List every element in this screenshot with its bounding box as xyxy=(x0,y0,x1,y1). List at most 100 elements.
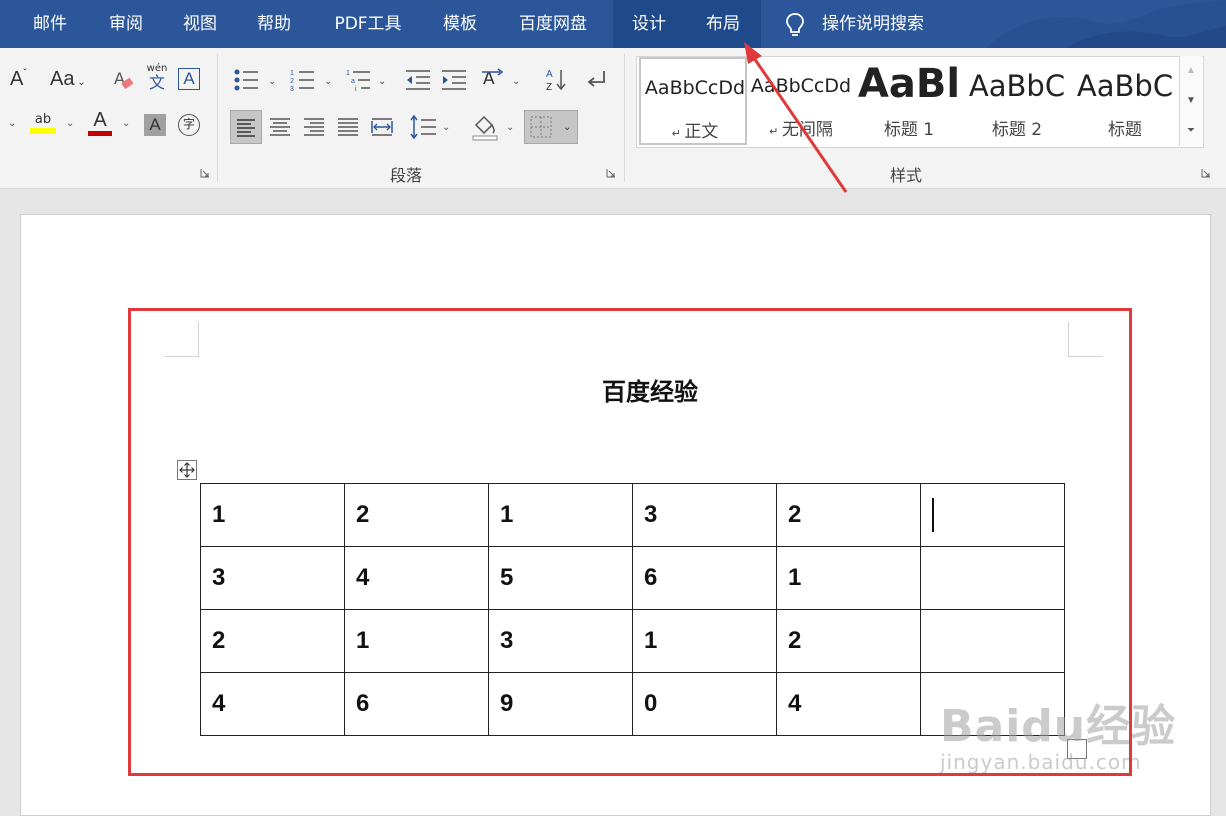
numbering-icon[interactable]: 1 2 3 ⌄ xyxy=(288,68,336,92)
bullets-icon[interactable]: ⌄ xyxy=(232,68,280,92)
style-sample: AaBbC xyxy=(968,69,1066,103)
table-cell[interactable]: 6 xyxy=(344,672,489,736)
tell-me-search[interactable]: 操作说明搜索 xyxy=(822,0,924,48)
table-cell[interactable] xyxy=(920,546,1065,610)
scroll-down-icon[interactable]: ▼ xyxy=(1180,86,1202,116)
align-left-icon xyxy=(237,119,255,137)
character-shading-icon[interactable]: A xyxy=(144,114,166,136)
line-spacing-icon[interactable]: ⌄ xyxy=(408,111,454,143)
table-cell[interactable]: 1 xyxy=(200,483,345,547)
table-cell[interactable]: 5 xyxy=(488,546,633,610)
distributed-icon[interactable] xyxy=(368,111,396,143)
style-sample: AaBbCcDd xyxy=(750,75,852,97)
style-name: 标题 2 xyxy=(991,120,1043,140)
multilevel-list-icon[interactable]: 1 a i ⌄ xyxy=(344,68,392,92)
table-cell[interactable]: 1 xyxy=(344,609,489,673)
style-title[interactable]: AaBbC 标题 xyxy=(1071,57,1179,145)
style-heading-1[interactable]: AaBl 标题 1 xyxy=(855,57,963,145)
tab-design[interactable]: 设计 xyxy=(613,0,685,48)
svg-text:a: a xyxy=(351,78,355,85)
align-right-icon[interactable] xyxy=(300,111,328,143)
styles-dialog-launcher-icon[interactable] xyxy=(1201,168,1211,178)
style-heading-2[interactable]: AaBbC 标题 2 xyxy=(963,57,1071,145)
style-name: 标题 xyxy=(1108,120,1142,140)
sort-icon[interactable]: AZ xyxy=(544,66,568,94)
document-title[interactable]: 百度经验 xyxy=(540,372,760,407)
paragraph-dialog-launcher-icon[interactable] xyxy=(606,168,616,178)
table-cell[interactable]: 1 xyxy=(776,546,921,610)
decrease-indent-icon[interactable] xyxy=(404,68,432,92)
table-cell-active[interactable] xyxy=(920,483,1065,547)
tab-mailings[interactable]: 邮件 xyxy=(18,0,82,48)
svg-text:A: A xyxy=(546,69,553,80)
tab-review[interactable]: 审阅 xyxy=(94,0,158,48)
tab-baidu-netdisk[interactable]: 百度网盘 xyxy=(505,0,601,48)
borders-button[interactable]: ⌄ xyxy=(524,110,578,144)
crop-mark-top-left xyxy=(164,322,199,357)
watermark-sub: jingyan.baidu.com xyxy=(940,750,1142,774)
tab-pdf-tools[interactable]: PDF工具 xyxy=(322,0,414,48)
scroll-up-icon[interactable]: ▲ xyxy=(1180,56,1202,86)
shading-icon[interactable]: ⌄ xyxy=(470,111,516,143)
highlight-color-icon[interactable]: ab xyxy=(30,112,56,134)
paragraph-group-label: 段落 xyxy=(390,166,423,185)
lightbulb-icon xyxy=(786,13,804,36)
table-cell[interactable]: 9 xyxy=(488,672,633,736)
align-left-button[interactable] xyxy=(230,110,262,144)
style-no-spacing[interactable]: AaBbCcDd ↵ 无间隔 xyxy=(747,57,855,145)
align-center-icon[interactable] xyxy=(266,111,294,143)
tab-view[interactable]: 视图 xyxy=(168,0,232,48)
show-formatting-icon[interactable] xyxy=(584,68,610,92)
table-move-handle[interactable] xyxy=(177,460,197,480)
table-cell[interactable]: 1 xyxy=(632,609,777,673)
svg-text:1: 1 xyxy=(346,70,350,77)
table-cell[interactable]: 4 xyxy=(776,672,921,736)
svg-text:⌄: ⌄ xyxy=(506,122,514,133)
table-cell[interactable]: 2 xyxy=(344,483,489,547)
table-cell[interactable]: 3 xyxy=(632,483,777,547)
tab-help[interactable]: 帮助 xyxy=(242,0,306,48)
tab-layout[interactable]: 布局 xyxy=(685,0,761,48)
chevron-down-icon[interactable]: ⌄ xyxy=(8,118,16,129)
font-color-icon[interactable]: A xyxy=(88,110,112,136)
table-cell[interactable]: 2 xyxy=(776,609,921,673)
styles-scroll: ▲ ▼ ⏷ xyxy=(1179,56,1202,146)
clear-formatting-icon[interactable]: A xyxy=(112,68,136,92)
character-border-icon[interactable]: A xyxy=(178,68,200,90)
svg-text:⌄: ⌄ xyxy=(512,76,520,87)
svg-text:Z: Z xyxy=(546,82,552,93)
justify-icon[interactable] xyxy=(334,111,362,143)
increase-indent-icon[interactable] xyxy=(440,68,468,92)
data-table: 1 2 1 3 2 3 4 5 6 1 2 1 3 1 2 4 6 9 0 4 xyxy=(200,483,1065,736)
enclose-characters-icon[interactable]: 字 xyxy=(178,114,200,136)
table-cell[interactable]: 6 xyxy=(632,546,777,610)
text-direction-icon[interactable]: A ⌄ xyxy=(480,66,524,92)
style-sample: AaBl xyxy=(857,61,961,107)
table-cell[interactable]: 4 xyxy=(200,672,345,736)
phonetic-guide-icon[interactable]: wén 文 xyxy=(145,64,169,92)
crop-mark-top-right xyxy=(1068,322,1103,357)
watermark-main: Baidu经验 xyxy=(940,701,1177,752)
style-name: 标题 1 xyxy=(883,120,935,140)
more-styles-icon[interactable]: ⏷ xyxy=(1180,116,1202,146)
table-cell[interactable]: 2 xyxy=(776,483,921,547)
table-cell[interactable]: 1 xyxy=(488,483,633,547)
table-cell[interactable]: 3 xyxy=(200,546,345,610)
table-cell[interactable]: 0 xyxy=(632,672,777,736)
change-case-icon[interactable]: Aa ⌄ xyxy=(50,68,86,91)
table-row: 4 6 9 0 4 xyxy=(200,672,1065,736)
style-sample: AaBbC xyxy=(1076,69,1174,103)
style-normal[interactable]: AaBbCcDd ↵ 正文 xyxy=(639,57,747,145)
font-size-decrease-icon[interactable]: Aˇ xyxy=(10,68,27,91)
chevron-down-icon[interactable]: ⌄ xyxy=(66,118,74,129)
svg-text:3: 3 xyxy=(290,86,294,92)
table-cell[interactable]: 2 xyxy=(200,609,345,673)
move-icon xyxy=(179,462,195,478)
styles-gallery: AaBbCcDd ↵ 正文 AaBbCcDd ↵ 无间隔 AaBl 标题 1 A… xyxy=(636,56,1204,148)
tab-templates[interactable]: 模板 xyxy=(428,0,492,48)
chevron-down-icon[interactable]: ⌄ xyxy=(122,118,130,129)
table-cell[interactable] xyxy=(920,609,1065,673)
font-dialog-launcher-icon[interactable] xyxy=(200,168,210,178)
table-cell[interactable]: 4 xyxy=(344,546,489,610)
table-cell[interactable]: 3 xyxy=(488,609,633,673)
